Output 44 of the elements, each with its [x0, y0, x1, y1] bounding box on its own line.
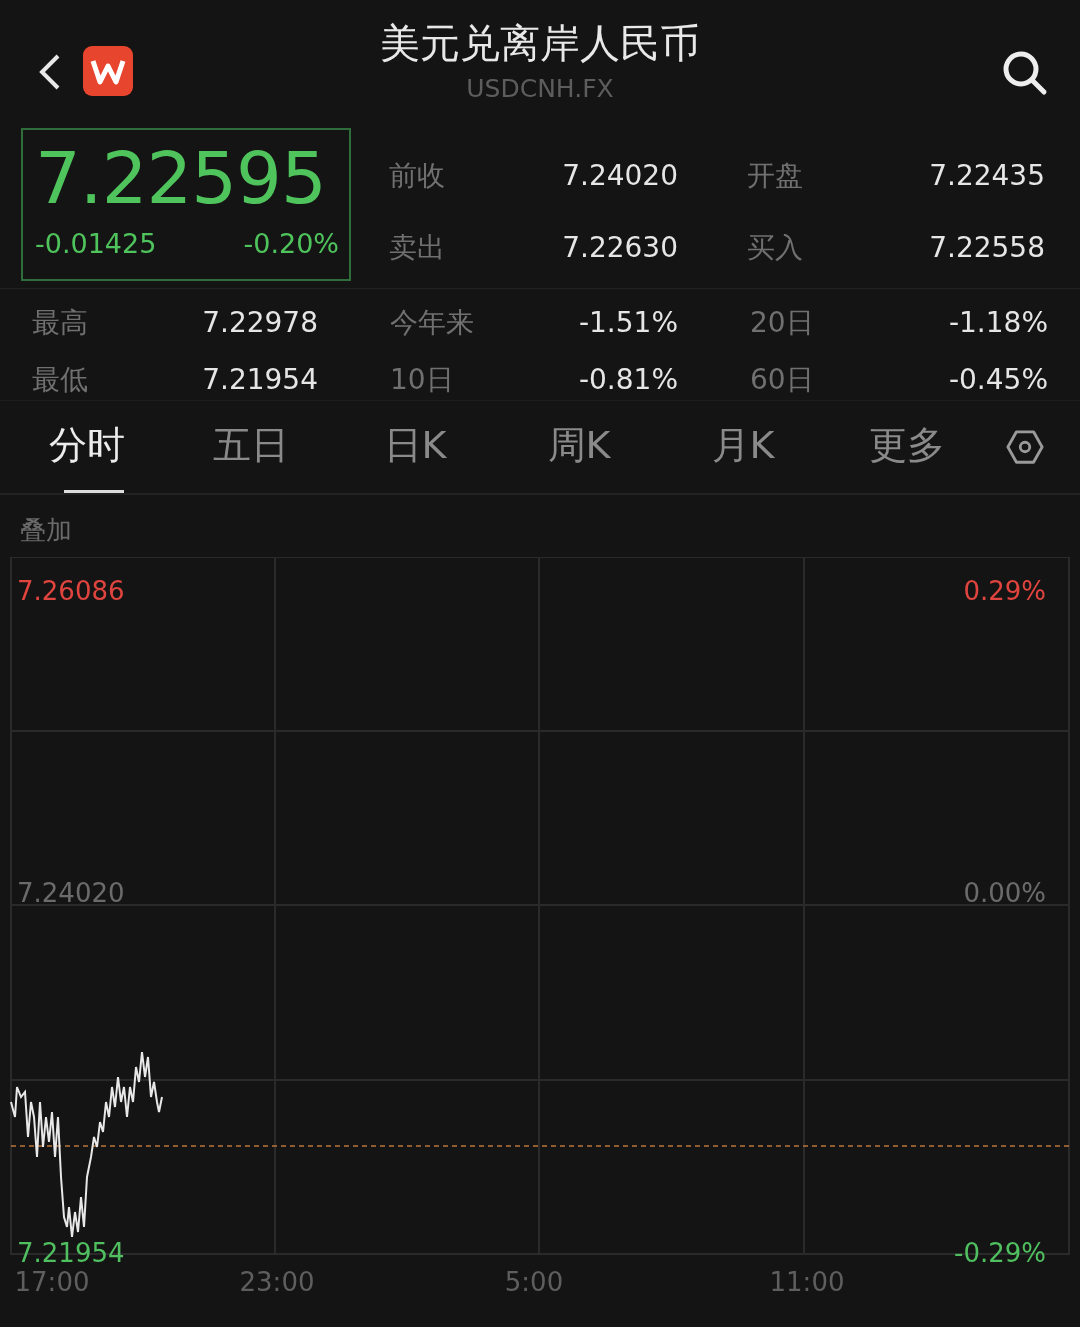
time-axis-label: 5:00 [504, 1267, 564, 1297]
stat-label: 开盘 [746, 158, 804, 194]
page-title: 美元兑离岸人民币 [380, 19, 700, 68]
stat-label: 10日 [389, 362, 455, 398]
time-axis-label: 11:00 [769, 1267, 845, 1297]
chart-tab[interactable]: 日K [358, 401, 522, 493]
stat-label: 买入 [746, 230, 804, 266]
time-axis-label: 17:00 [14, 1267, 90, 1297]
price-axis-label: 7.24020 [17, 878, 125, 909]
stat-value: -0.81% [577, 362, 678, 398]
stat-value: 7.22435 [928, 158, 1045, 194]
stat-label: 最高 [32, 305, 89, 341]
price-axis-label: 7.26086 [17, 576, 125, 607]
percent-axis-label: 0.00% [963, 878, 1046, 909]
stat-value: 7.21954 [201, 362, 318, 398]
chart-tab[interactable]: 五日 [194, 401, 358, 493]
stat-label: 最低 [32, 362, 89, 398]
stat-label: 60日 [749, 362, 815, 398]
app-logo-icon [83, 46, 133, 96]
price-change: -0.01425 [35, 228, 157, 259]
settings-icon[interactable] [1006, 428, 1044, 466]
overlay-label[interactable]: 叠加 [20, 515, 72, 545]
stat-value: 7.24020 [561, 158, 678, 194]
chart-tab[interactable]: 分时 [30, 401, 194, 493]
stat-label: 卖出 [389, 230, 446, 266]
stat-value: -1.18% [947, 305, 1048, 341]
percent-axis-label: 0.29% [963, 576, 1046, 607]
time-axis-label: 23:00 [239, 1267, 315, 1297]
stat-value: 7.22558 [928, 230, 1045, 266]
stat-value: -1.51% [577, 305, 678, 341]
percent-axis-label: -0.29% [954, 1238, 1046, 1269]
chart-tab[interactable]: 月K [686, 401, 850, 493]
chart-tab[interactable]: 更多 [850, 401, 1014, 493]
stat-label: 今年来 [389, 305, 475, 341]
ticker-symbol: USDCNH.FX [466, 74, 614, 103]
stat-value: -0.45% [947, 362, 1048, 398]
chart-tab[interactable]: 周K [522, 401, 686, 493]
stat-value: 7.22630 [561, 230, 678, 266]
price-axis-label: 7.21954 [17, 1238, 125, 1269]
stat-label: 前收 [389, 158, 446, 194]
stat-value: 7.22978 [201, 305, 318, 341]
last-price: 7.22595 [35, 136, 327, 220]
percent-change: -0.20% [243, 228, 339, 259]
stat-label: 20日 [749, 305, 815, 341]
